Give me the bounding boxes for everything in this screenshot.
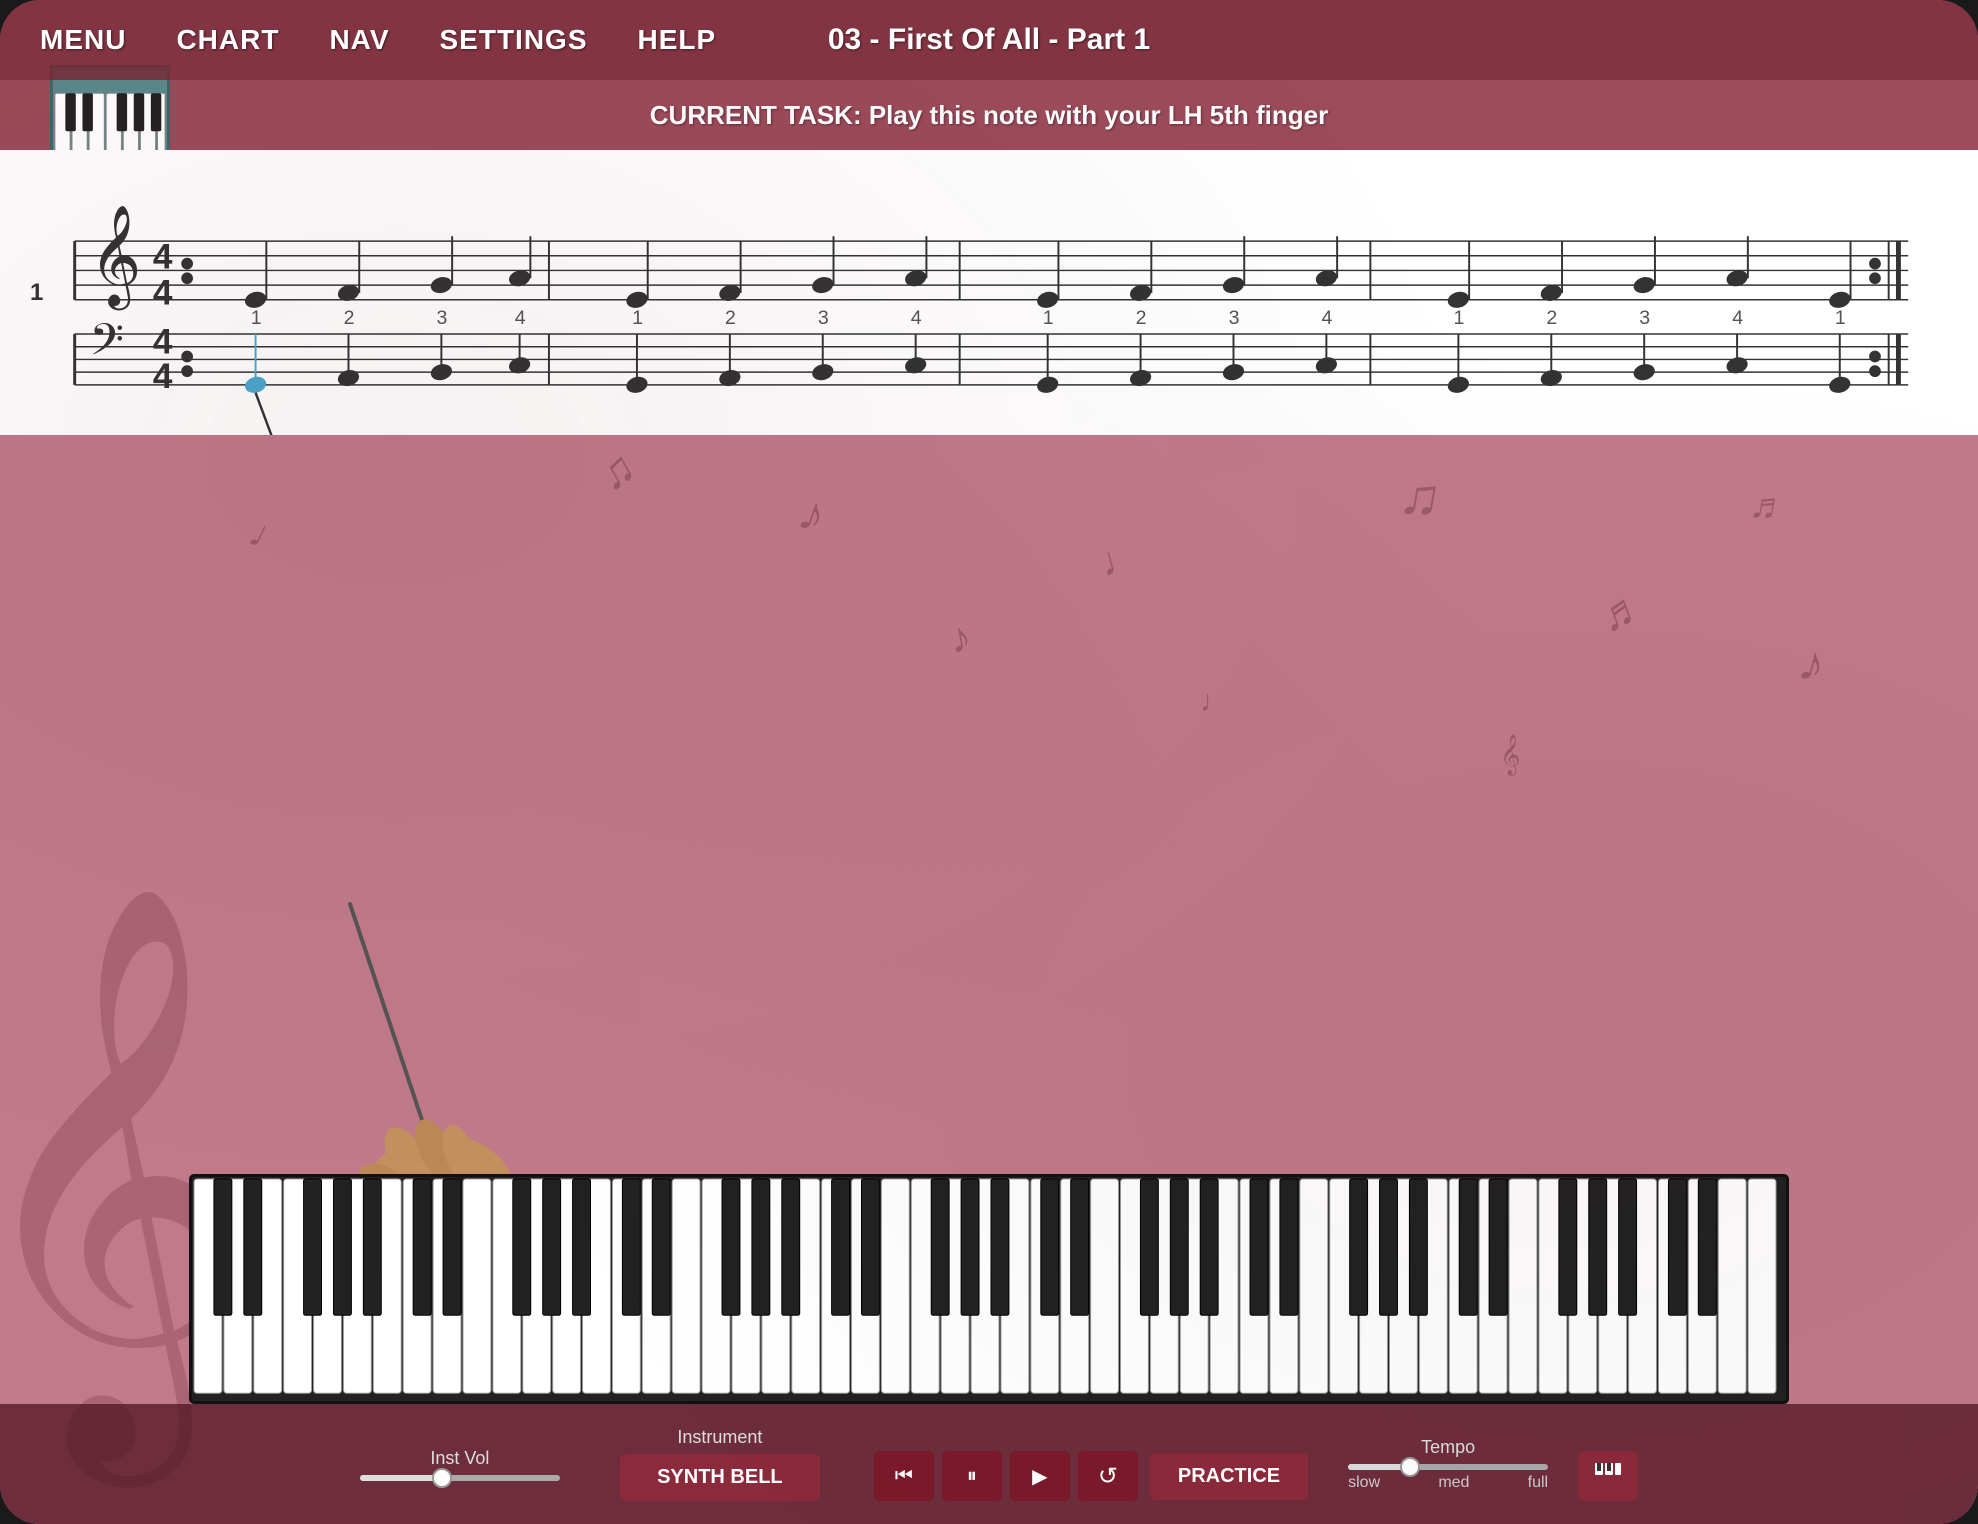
svg-text:2: 2	[1136, 307, 1147, 329]
instrument-button[interactable]: SYNTH BELL	[620, 1454, 820, 1501]
svg-text:1: 1	[1454, 307, 1465, 329]
grid-button[interactable]	[1578, 1451, 1638, 1501]
svg-text:4: 4	[153, 323, 173, 362]
svg-text:4: 4	[153, 357, 173, 396]
svg-text:𝄢: 𝄢	[89, 315, 124, 375]
loop-button[interactable]: ↺	[1078, 1451, 1138, 1501]
nav-chart[interactable]: CHART	[176, 24, 279, 56]
svg-text:3: 3	[1639, 307, 1650, 329]
tempo-full-label: full	[1528, 1474, 1548, 1492]
svg-text:1: 1	[251, 307, 262, 329]
tempo-slider-container	[1348, 1464, 1548, 1470]
svg-text:1: 1	[1043, 307, 1054, 329]
tempo-slider[interactable]	[1348, 1464, 1548, 1470]
rewind-icon: ⏮	[895, 1465, 913, 1488]
svg-text:3: 3	[1229, 307, 1240, 329]
tempo-slow-label: slow	[1348, 1474, 1380, 1492]
tempo-med-label: med	[1438, 1474, 1469, 1492]
piano-keyboard[interactable]	[189, 1174, 1789, 1404]
svg-text:3: 3	[436, 307, 447, 329]
svg-text:4: 4	[1732, 307, 1743, 329]
nav-nav[interactable]: NAV	[329, 24, 389, 56]
inst-vol-slider[interactable]	[360, 1475, 560, 1481]
transport-controls: ⏮ ⏸ ▶ ↺ PRACTICE	[870, 1451, 1308, 1501]
pink-background: 𝄞 ♪ ♩ ♫ ♬ ♩ ♪ 𝄞 ♫ ♩ ♬ ♪	[0, 435, 1978, 1524]
svg-text:1: 1	[1835, 307, 1846, 329]
tempo-label: Tempo	[1421, 1437, 1475, 1458]
nav-settings[interactable]: SETTINGS	[440, 24, 588, 56]
bottom-controls: Inst Vol Instrument SYNTH BELL	[0, 1404, 1978, 1524]
inst-vol-slider-container	[360, 1475, 560, 1481]
task-bar: CURRENT TASK: Play this note with your L…	[0, 80, 1978, 150]
play-button[interactable]: ▶	[1010, 1451, 1070, 1501]
svg-text:4: 4	[153, 274, 173, 313]
app-container: MENU CHART NAV SETTINGS HELP 03 - First …	[0, 0, 1978, 1524]
svg-text:2: 2	[344, 307, 355, 329]
page-title: 03 - First Of All - Part 1	[828, 23, 1150, 57]
instrument-section: Instrument SYNTH BELL	[620, 1427, 820, 1501]
svg-text:3: 3	[818, 307, 829, 329]
svg-text:𝄞: 𝄞	[89, 206, 141, 311]
practice-button[interactable]: PRACTICE	[1150, 1453, 1308, 1500]
measure-number: 1	[30, 279, 43, 307]
svg-text:2: 2	[725, 307, 736, 329]
pause-icon: ⏸	[967, 1465, 977, 1488]
inst-vol-label: Inst Vol	[430, 1448, 489, 1469]
tempo-section: Tempo slow med full	[1348, 1437, 1548, 1492]
svg-text:4: 4	[911, 307, 922, 329]
sheet-music-area: 1 𝄞 4 4 𝄢 4	[0, 150, 1978, 435]
svg-text:1: 1	[632, 307, 643, 329]
grid-icon	[1593, 1461, 1623, 1491]
nav-menu[interactable]: MENU	[40, 24, 126, 56]
svg-text:2: 2	[1546, 307, 1557, 329]
instrument-label: Instrument	[677, 1427, 762, 1448]
rewind-button[interactable]: ⏮	[874, 1451, 934, 1501]
nav-help[interactable]: HELP	[638, 24, 717, 56]
play-icon: ▶	[1032, 1464, 1047, 1489]
tempo-labels: slow med full	[1348, 1474, 1548, 1492]
loop-icon: ↺	[1098, 1462, 1118, 1491]
svg-text:4: 4	[1321, 307, 1332, 329]
pause-button[interactable]: ⏸	[942, 1451, 1002, 1501]
task-text: CURRENT TASK: Play this note with your L…	[650, 100, 1328, 131]
svg-text:4: 4	[515, 307, 526, 329]
main-content: 1 𝄞 4 4 𝄢 4	[0, 150, 1978, 1524]
piano-keyboard-area	[189, 1174, 1789, 1404]
top-navigation: MENU CHART NAV SETTINGS HELP 03 - First …	[0, 0, 1978, 80]
inst-vol-section: Inst Vol	[360, 1448, 560, 1481]
staff-svg: 𝄞 4 4 𝄢 4 4	[60, 180, 1918, 400]
